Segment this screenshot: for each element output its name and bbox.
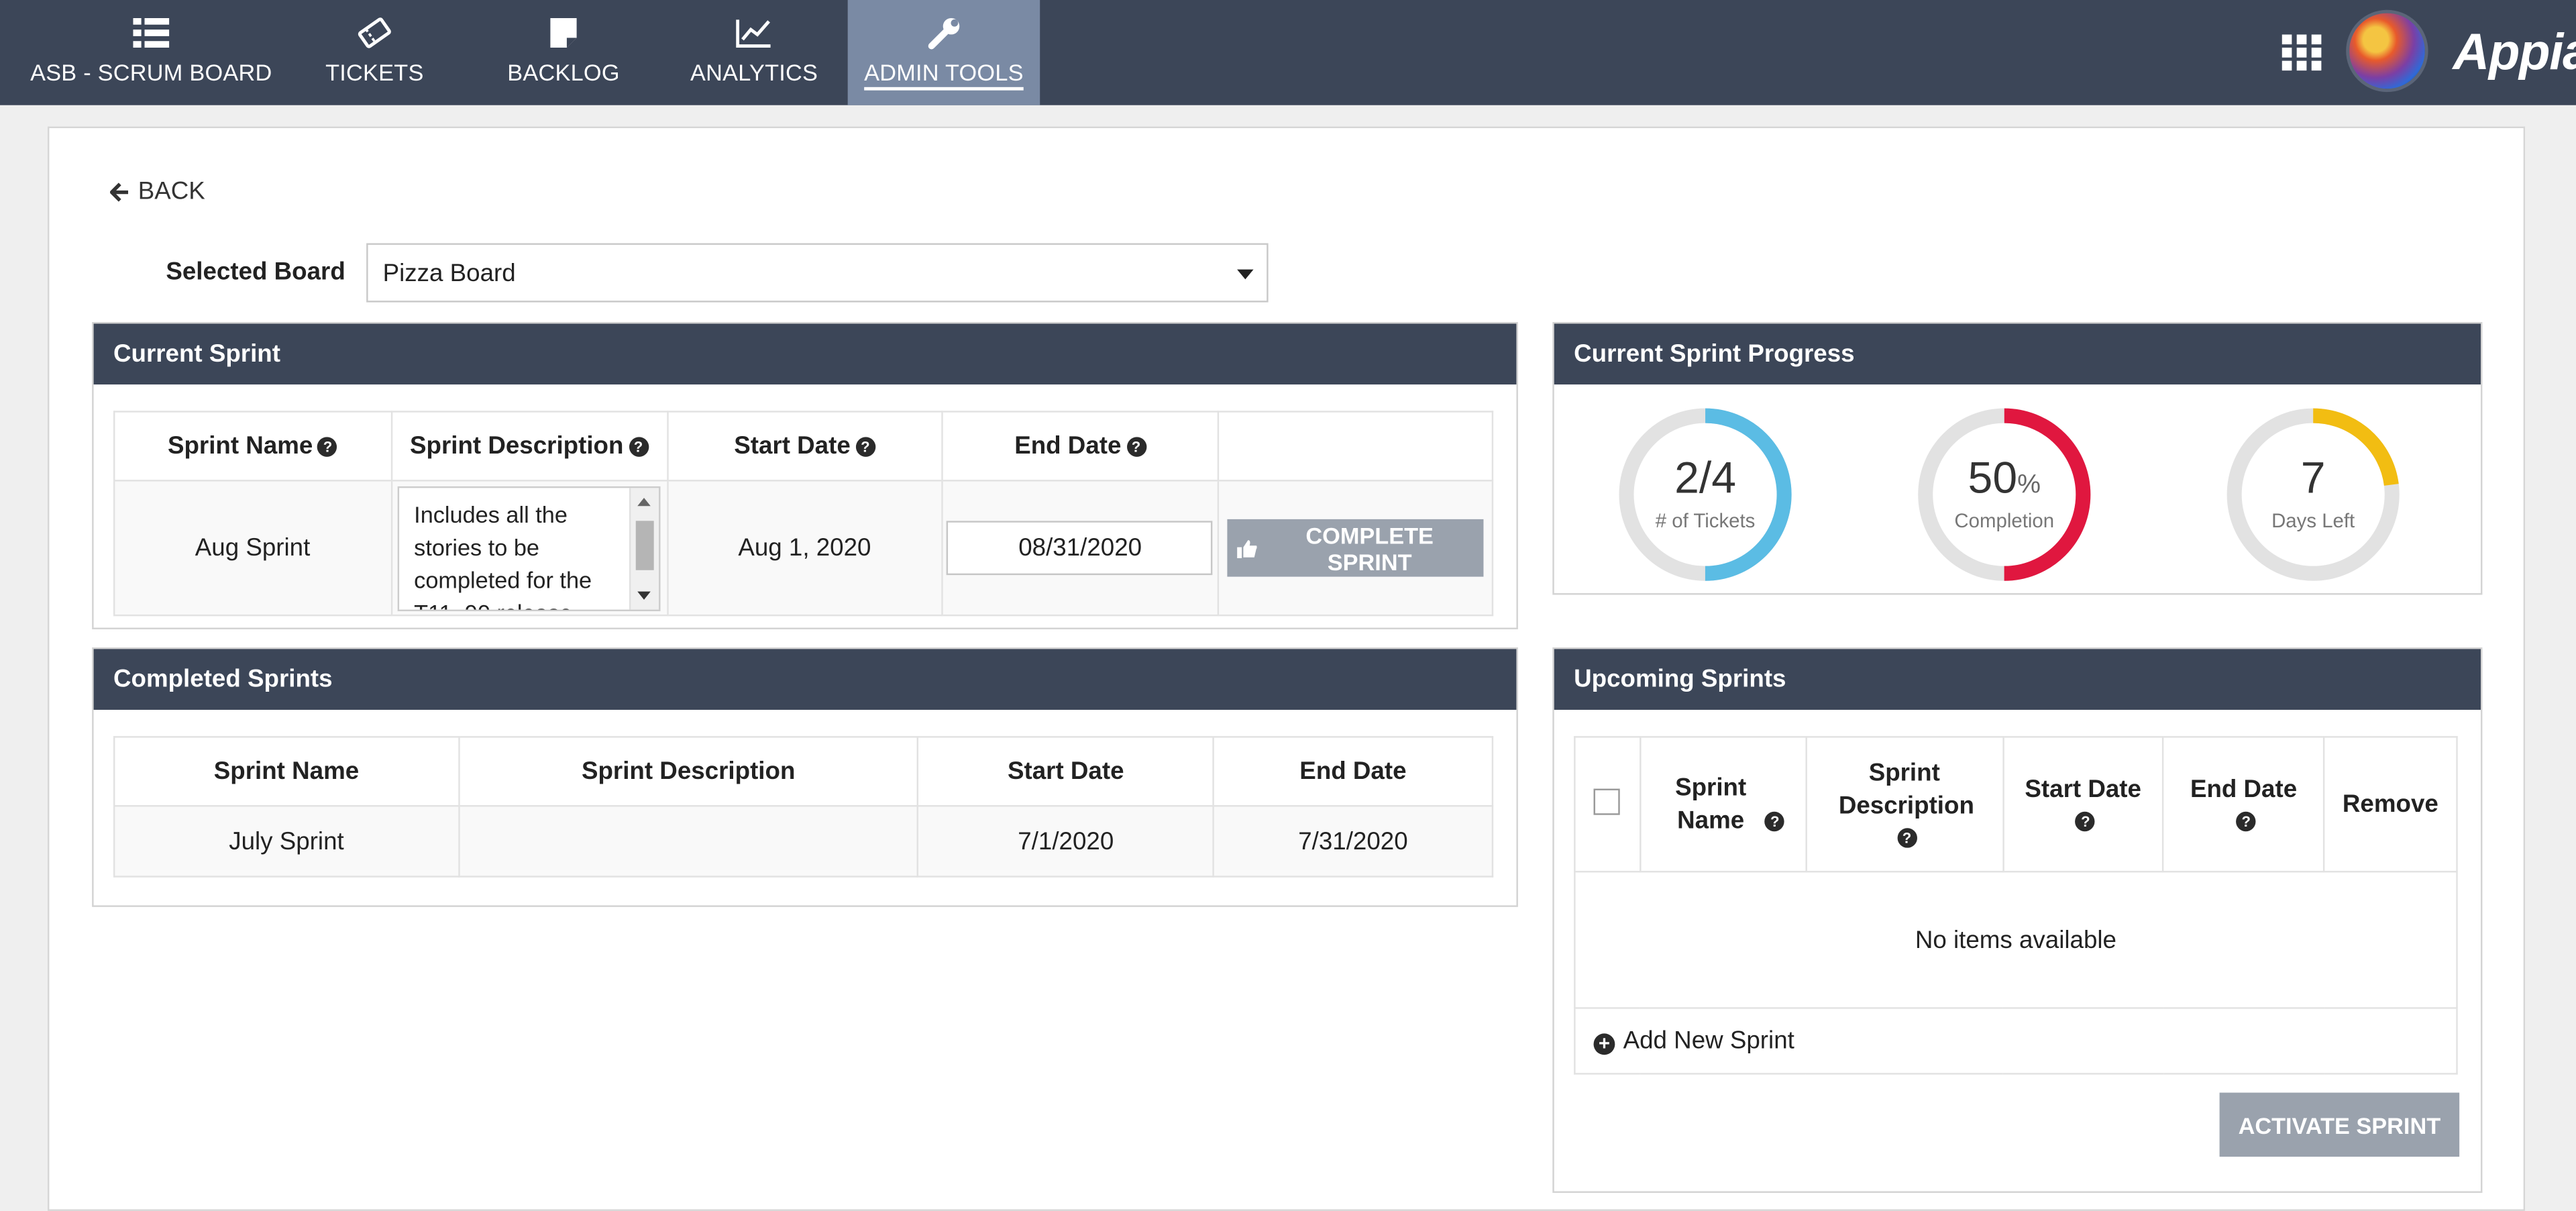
sprint-description-text: Includes all the stories to be completed… (414, 500, 592, 609)
tab-label: TICKETS (325, 59, 424, 86)
start-date-cell: 7/1/2020 (917, 805, 1215, 878)
help-icon[interactable]: ? (2236, 811, 2256, 832)
col-sprint-name: Sprint Name? (113, 411, 392, 482)
col-end-date: End Date (1212, 736, 1494, 807)
col-sprint-name: Sprint Name (113, 736, 460, 807)
board-dropdown-value: Pizza Board (382, 259, 516, 288)
activate-sprint-button[interactable]: ACTIVATE SPRINT (2219, 1092, 2460, 1157)
ticket-icon (356, 16, 392, 49)
back-link[interactable]: BACK (110, 177, 205, 205)
help-icon[interactable]: ? (1896, 828, 1917, 848)
help-icon[interactable]: ? (855, 437, 875, 457)
tickets-label: # of Tickets (1655, 509, 1756, 533)
table-row: July Sprint 7/1/2020 7/31/2020 (113, 805, 1494, 878)
help-icon[interactable]: ? (1764, 810, 1785, 831)
top-navigation: ASB - SCRUM BOARD TICKETS BACKLOG ANALYT… (0, 0, 2576, 105)
user-avatar[interactable] (2346, 9, 2428, 93)
col-start-date: Start Date? (2002, 736, 2165, 873)
list-icon (133, 16, 170, 49)
complete-sprint-button[interactable]: COMPLETE SPRINT (1227, 519, 1484, 577)
note-icon (549, 16, 578, 49)
brand-logo: Appian (2453, 23, 2576, 81)
wrench-icon (926, 16, 962, 50)
thumbs-up-icon (1237, 539, 1257, 558)
end-date-input[interactable]: 08/31/2020 (947, 521, 1214, 576)
tab-analytics[interactable]: ANALYTICS (680, 0, 828, 105)
app-root: ASB - SCRUM BOARD TICKETS BACKLOG ANALYT… (0, 0, 2576, 1211)
tab-label: ADMIN TOOLS (864, 59, 1024, 91)
board-dropdown[interactable]: Pizza Board (366, 243, 1269, 303)
tab-tickets[interactable]: TICKETS (312, 0, 437, 105)
sprint-name-cell: Aug Sprint (113, 480, 392, 617)
scroll-up-icon[interactable] (637, 496, 651, 506)
completion-gauge: 50% Completion (1917, 407, 2092, 582)
upcoming-sprints-table: Sprint Name? Sprint Description? Start D… (1574, 736, 2458, 1075)
days-left-label: Days Left (2271, 509, 2355, 533)
col-sprint-description: Sprint Description? (390, 411, 668, 482)
completion-label: Completion (1954, 509, 2055, 533)
end-date-cell: 08/31/2020 (941, 480, 1220, 617)
empty-state: No items available (1574, 870, 2458, 1009)
action-cell: COMPLETE SPRINT (1217, 480, 1494, 617)
help-icon[interactable]: ? (317, 437, 338, 457)
col-sprint-description: Sprint Description? (1805, 736, 2004, 873)
sprint-description-cell: Includes all the stories to be completed… (390, 480, 668, 617)
select-all-checkbox[interactable] (1594, 788, 1621, 814)
tickets-gauge: 2/4 # of Tickets (1618, 407, 1792, 582)
sprint-description-textarea[interactable]: Includes all the stories to be completed… (397, 485, 661, 611)
complete-sprint-label: COMPLETE SPRINT (1305, 521, 1434, 574)
sprint-name-cell: July Sprint (113, 805, 460, 878)
col-start-date: Start Date? (666, 411, 943, 482)
completed-sprints-table: Sprint Name Sprint Description Start Dat… (113, 736, 1494, 878)
tab-backlog[interactable]: BACKLOG (493, 0, 635, 105)
tickets-value: 2/4 (1674, 453, 1737, 503)
col-select (1574, 736, 1642, 873)
app-grid-icon[interactable] (2282, 34, 2322, 71)
scroll-down-icon[interactable] (637, 590, 651, 599)
scroll-thumb[interactable] (635, 520, 654, 570)
start-date-cell: Aug 1, 2020 (666, 480, 943, 617)
caret-down-icon (1237, 269, 1254, 280)
arrow-left-icon (110, 182, 129, 201)
col-sprint-name: Sprint Name? (1639, 736, 1807, 873)
help-icon[interactable]: ? (2076, 811, 2096, 832)
days-left-gauge: 7 Days Left (2226, 407, 2400, 582)
current-sprint-title: Current Sprint (93, 323, 1517, 385)
selected-board-label: Selected Board (166, 258, 345, 286)
scrollbar[interactable] (629, 487, 659, 609)
tab-label: BACKLOG (507, 59, 620, 86)
tab-scrum-board[interactable]: ASB - SCRUM BOARD (23, 0, 279, 105)
sprint-description-cell (458, 805, 919, 878)
table-row: Aug Sprint Includes all the stories to b… (113, 480, 1494, 617)
col-start-date: Start Date (917, 736, 1215, 807)
tab-label: ASB - SCRUM BOARD (30, 59, 272, 86)
tab-label: ANALYTICS (690, 59, 818, 86)
add-new-sprint-label: Add New Sprint (1623, 1026, 1794, 1055)
col-remove: Remove (2323, 736, 2458, 873)
help-icon[interactable]: ? (628, 437, 649, 457)
current-sprint-table: Sprint Name? Sprint Description? Start D… (113, 411, 1494, 617)
completion-unit: % (2017, 471, 2041, 500)
upcoming-sprints-title: Upcoming Sprints (1554, 649, 2481, 710)
col-sprint-description: Sprint Description (458, 736, 919, 807)
plus-circle-icon: + (1593, 1033, 1615, 1055)
tab-admin-tools[interactable]: ADMIN TOOLS (847, 0, 1040, 105)
add-sprint-row: + Add New Sprint (1574, 1007, 2458, 1075)
sprint-progress-title: Current Sprint Progress (1554, 323, 2481, 385)
completion-value: 50% (1968, 453, 2041, 503)
help-icon[interactable]: ? (1126, 437, 1146, 457)
line-chart-icon (736, 16, 772, 49)
back-label: BACK (138, 177, 205, 206)
days-left-value: 7 (2300, 453, 2326, 503)
add-new-sprint-link[interactable]: + Add New Sprint (1593, 1026, 1794, 1055)
end-date-cell: 7/31/2020 (1212, 805, 1494, 878)
col-actions (1217, 411, 1494, 482)
col-end-date: End Date? (941, 411, 1220, 482)
col-end-date: End Date? (2162, 736, 2325, 873)
completed-sprints-title: Completed Sprints (93, 649, 1517, 710)
